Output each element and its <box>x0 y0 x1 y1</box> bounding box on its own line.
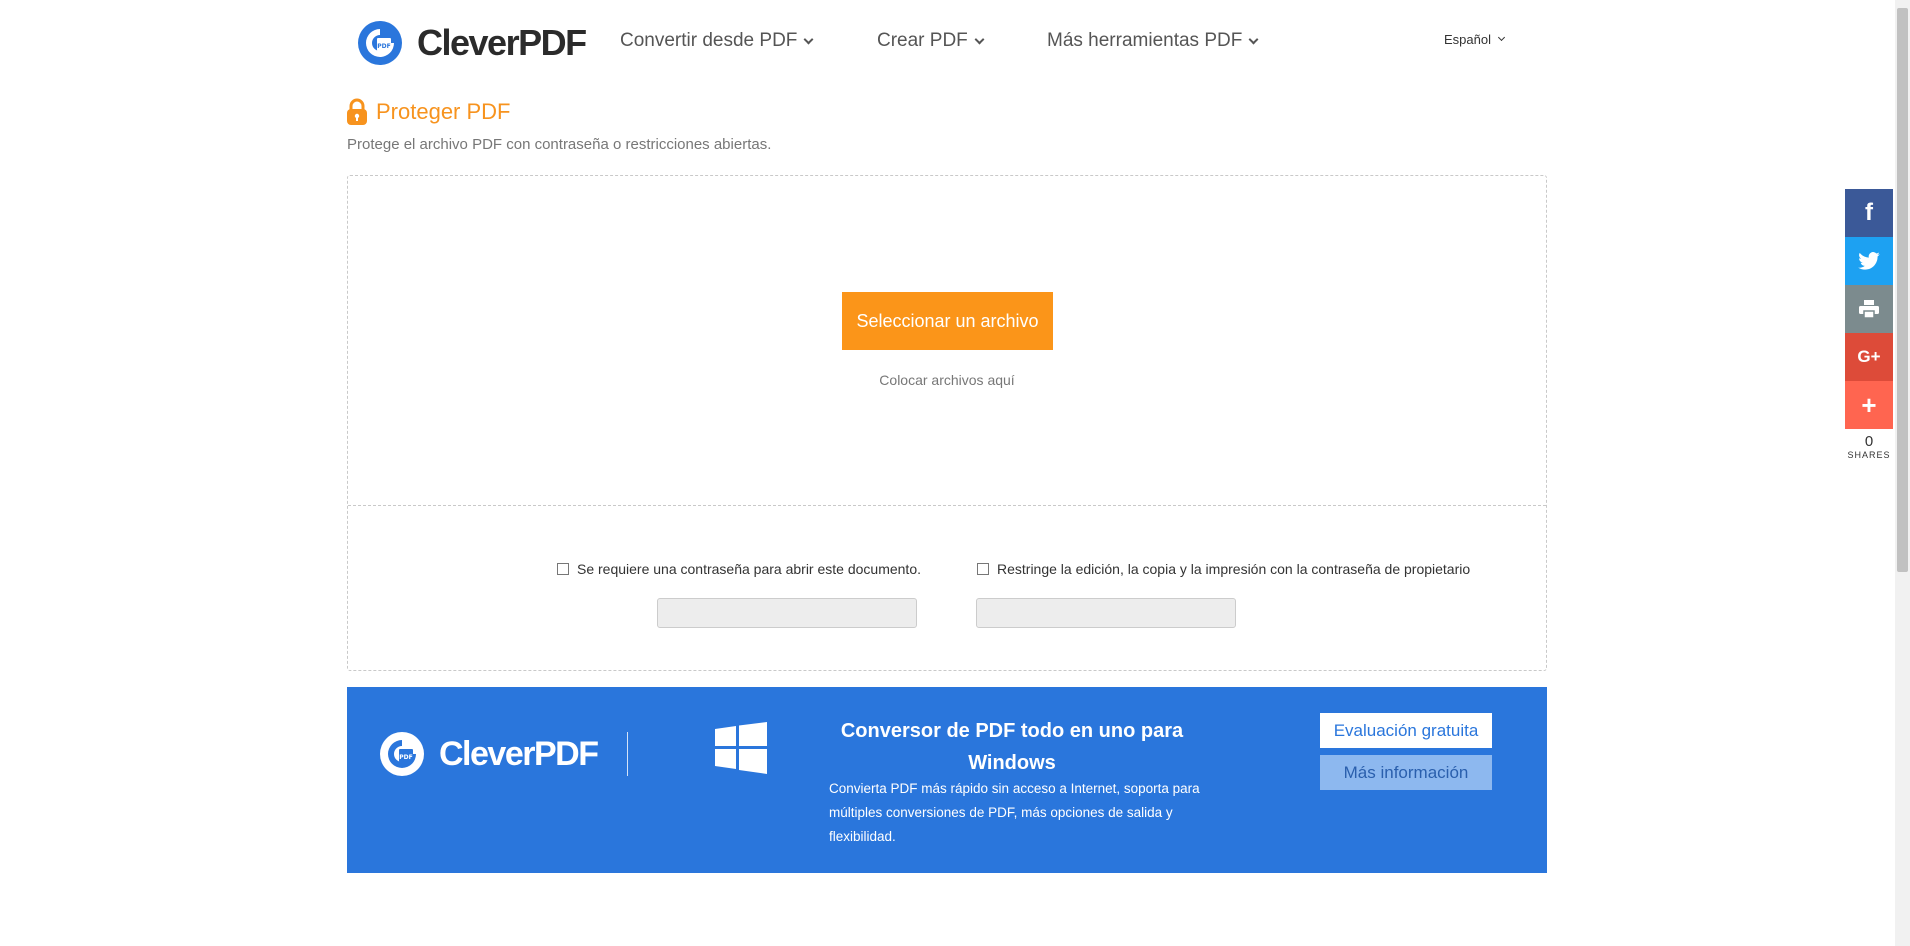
printer-icon <box>1859 300 1879 318</box>
twitter-icon <box>1858 252 1880 270</box>
chevron-down-icon <box>974 34 985 44</box>
site-header: PDF CleverPDF Convertir desde PDF Crear … <box>0 0 1895 86</box>
share-counter: 0 SHARES <box>1845 433 1893 460</box>
page-scrollbar[interactable] <box>1895 0 1910 946</box>
chevron-down-icon <box>1497 33 1506 42</box>
svg-text:PDF: PDF <box>399 754 412 761</box>
chevron-down-icon <box>1248 34 1259 44</box>
windows-promo-banner: PDF CleverPDF Conversor de PDF todo en u… <box>347 687 1547 873</box>
open-password-checkbox[interactable] <box>557 563 569 575</box>
page-title-row: Proteger PDF <box>346 98 511 126</box>
print-button[interactable] <box>1845 285 1893 333</box>
nav-more-tools[interactable]: Más herramientas PDF <box>1047 30 1259 52</box>
twitter-share-button[interactable] <box>1845 237 1893 285</box>
cleverpdf-logo-icon: PDF <box>380 732 424 776</box>
free-trial-button[interactable]: Evaluación gratuita <box>1320 713 1492 748</box>
banner-logo-text: CleverPDF <box>439 734 599 773</box>
cleverpdf-logo-icon: PDF <box>358 21 402 65</box>
language-selector[interactable]: Español <box>1444 32 1506 47</box>
page-subtitle: Protege el archivo PDF con contraseña o … <box>347 136 772 153</box>
owner-password-checkbox[interactable] <box>977 563 989 575</box>
owner-password-label: Restringe la edición, la copia y la impr… <box>997 561 1471 577</box>
language-label: Español <box>1444 32 1491 47</box>
svg-text:PDF: PDF <box>377 43 390 50</box>
nav-label: Convertir desde PDF <box>620 30 798 51</box>
lock-icon <box>347 98 367 125</box>
chevron-down-icon <box>803 34 814 44</box>
drop-hint: Colocar archivos aquí <box>879 372 1015 388</box>
google-plus-icon: G+ <box>1857 347 1881 366</box>
plus-icon: + <box>1861 389 1877 420</box>
file-drop-zone[interactable]: Seleccionar un archivo Colocar archivos … <box>348 176 1546 506</box>
owner-password-input[interactable] <box>976 598 1236 628</box>
nav-label: Más herramientas PDF <box>1047 30 1243 51</box>
facebook-icon: f <box>1865 199 1873 226</box>
logo-text: CleverPDF <box>417 22 587 63</box>
owner-password-option[interactable]: Restringe la edición, la copia y la impr… <box>977 561 1470 577</box>
facebook-share-button[interactable]: f <box>1845 189 1893 237</box>
page-title: Proteger PDF <box>376 99 511 124</box>
banner-logo: PDF CleverPDF <box>379 731 599 777</box>
nav-convert-from-pdf[interactable]: Convertir desde PDF <box>620 30 814 52</box>
scrollbar-thumb[interactable] <box>1897 8 1908 572</box>
share-label: SHARES <box>1847 450 1891 460</box>
google-plus-share-button[interactable]: G+ <box>1845 333 1893 381</box>
cleverpdf-logo[interactable]: PDF CleverPDF <box>357 20 587 66</box>
banner-divider <box>627 732 628 776</box>
open-password-input[interactable] <box>657 598 917 628</box>
social-share-bar: f G+ + 0 SHARES <box>1845 189 1893 460</box>
protect-tool-panel: Seleccionar un archivo Colocar archivos … <box>347 175 1547 671</box>
windows-icon <box>715 722 767 774</box>
nav-create-pdf[interactable]: Crear PDF <box>877 30 985 52</box>
nav-label: Crear PDF <box>877 30 968 51</box>
banner-description: Convierta PDF más rápido sin acceso a In… <box>829 781 1200 844</box>
select-file-button[interactable]: Seleccionar un archivo <box>842 292 1053 350</box>
more-share-button[interactable]: + <box>1845 381 1893 429</box>
open-password-option[interactable]: Se requiere una contraseña para abrir es… <box>557 561 921 577</box>
share-count: 0 <box>1864 433 1874 450</box>
more-info-button[interactable]: Más información <box>1320 755 1492 790</box>
banner-title: Conversor de PDF todo en uno para Window… <box>840 720 1184 774</box>
open-password-label: Se requiere una contraseña para abrir es… <box>577 561 921 577</box>
